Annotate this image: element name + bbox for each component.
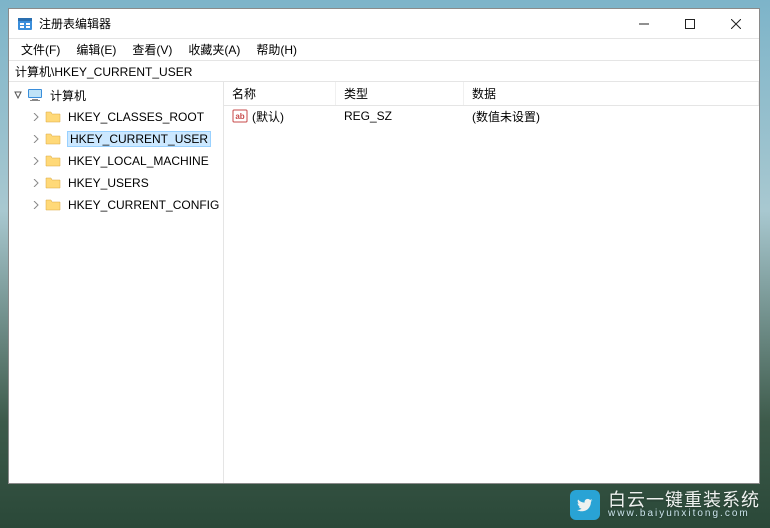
value-data-cell: (数值未设置) [464,108,759,125]
watermark-sub: www.baiyunxitong.com [608,509,760,519]
expand-icon[interactable] [29,110,43,124]
watermark-main: 白云一键重装系统 [608,491,760,509]
watermark: 白云一键重装系统 www.baiyunxitong.com [570,490,760,520]
value-name: (默认) [252,108,284,125]
folder-icon [45,153,61,169]
expand-icon[interactable] [29,198,43,212]
app-icon [17,16,33,32]
menu-edit[interactable]: 编辑(E) [68,39,124,60]
column-header-type[interactable]: 类型 [336,82,464,105]
tree-label: HKEY_USERS [65,175,152,191]
minimize-button[interactable] [621,9,667,38]
expand-icon[interactable] [29,176,43,190]
tree-root-computer[interactable]: 计算机 [9,84,223,106]
tree-label: 计算机 [47,86,89,105]
expand-icon[interactable] [29,132,43,146]
bird-icon [570,490,600,520]
menubar: 文件(F) 编辑(E) 查看(V) 收藏夹(A) 帮助(H) [9,39,759,60]
address-bar[interactable]: 计算机\HKEY_CURRENT_USER [9,60,759,82]
expand-icon[interactable] [29,154,43,168]
svg-text:ab: ab [235,112,244,121]
column-header-data[interactable]: 数据 [464,82,759,105]
menu-help[interactable]: 帮助(H) [248,39,305,60]
menu-view[interactable]: 查看(V) [124,39,180,60]
tree-node-hkcr[interactable]: HKEY_CLASSES_ROOT [9,106,223,128]
computer-icon [27,87,43,103]
folder-icon [45,197,61,213]
content-area: 计算机 HKEY_CLASSES_ROOT HKEY_CURRENT_USE [9,82,759,483]
value-type-cell: REG_SZ [336,109,464,123]
titlebar[interactable]: 注册表编辑器 [9,9,759,39]
column-header-name[interactable]: 名称 [224,82,336,105]
string-value-icon: ab [232,108,248,124]
tree-node-hku[interactable]: HKEY_USERS [9,172,223,194]
folder-icon [45,109,61,125]
tree-pane[interactable]: 计算机 HKEY_CLASSES_ROOT HKEY_CURRENT_USE [9,82,224,483]
list-pane: 名称 类型 数据 ab (默认) REG_SZ (数值未设置) [224,82,759,483]
menu-favorites[interactable]: 收藏夹(A) [180,39,248,60]
window-controls [621,9,759,38]
tree-node-hkcc[interactable]: HKEY_CURRENT_CONFIG [9,194,223,216]
list-row[interactable]: ab (默认) REG_SZ (数值未设置) [224,106,759,126]
collapse-icon[interactable] [11,88,25,102]
registry-editor-window: 注册表编辑器 文件(F) 编辑(E) 查看(V) 收藏夹(A) 帮助(H) 计算… [8,8,760,484]
tree-label: HKEY_CURRENT_USER [67,131,211,147]
folder-icon [45,175,61,191]
value-name-cell: ab (默认) [224,108,336,125]
tree-label: HKEY_CURRENT_CONFIG [65,197,222,213]
tree-label: HKEY_CLASSES_ROOT [65,109,207,125]
maximize-button[interactable] [667,9,713,38]
folder-icon [45,131,61,147]
address-path: 计算机\HKEY_CURRENT_USER [15,63,192,80]
window-title: 注册表编辑器 [39,15,621,32]
list-header: 名称 类型 数据 [224,82,759,106]
tree-node-hklm[interactable]: HKEY_LOCAL_MACHINE [9,150,223,172]
menu-file[interactable]: 文件(F) [13,39,68,60]
tree-label: HKEY_LOCAL_MACHINE [65,153,212,169]
tree-node-hkcu[interactable]: HKEY_CURRENT_USER [9,128,223,150]
close-button[interactable] [713,9,759,38]
list-body[interactable]: ab (默认) REG_SZ (数值未设置) [224,106,759,483]
watermark-text: 白云一键重装系统 www.baiyunxitong.com [608,491,760,519]
